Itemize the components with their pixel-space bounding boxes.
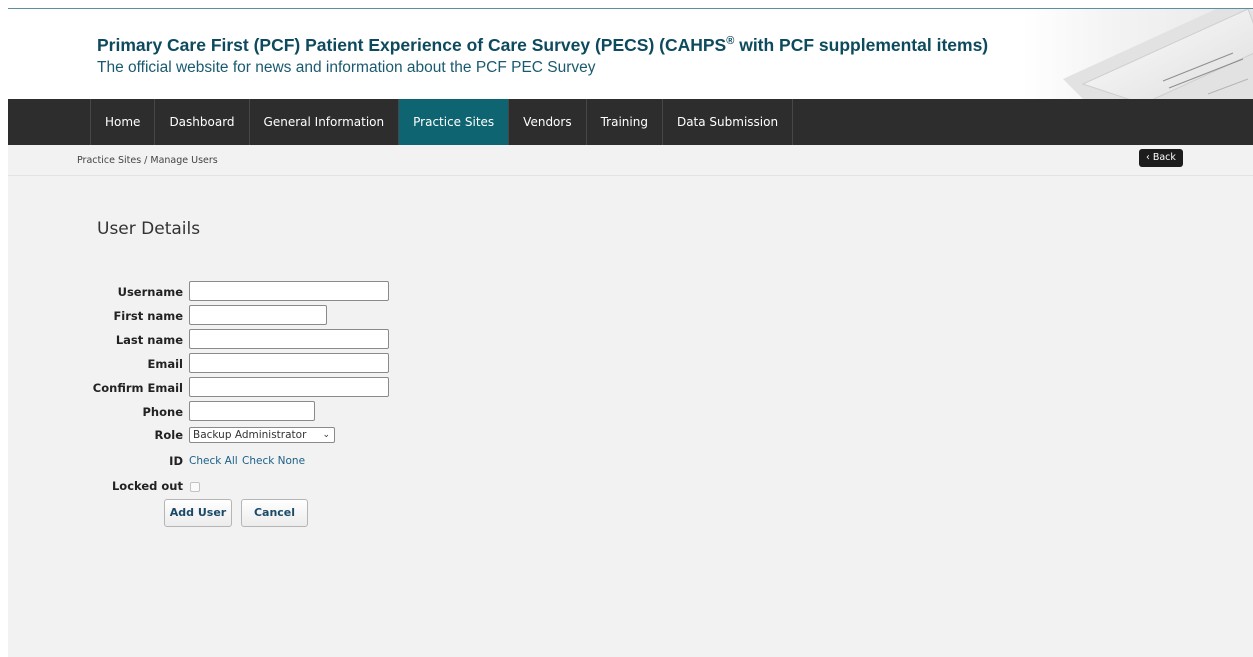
check-none-link[interactable]: Check None [242, 455, 305, 467]
id-label: ID [169, 454, 183, 468]
site-subtitle: The official website for news and inform… [97, 59, 596, 76]
site-title: Primary Care First (PCF) Patient Experie… [97, 35, 988, 56]
main-nav: Home Dashboard General Information Pract… [8, 99, 1253, 145]
last-name-input[interactable] [189, 329, 389, 349]
site-title-suffix: with PCF supplemental items) [734, 35, 989, 55]
nav-item-vendors[interactable]: Vendors [508, 99, 585, 145]
main-content: User Details Username First name Last na… [8, 176, 1253, 657]
nav-item-training[interactable]: Training [585, 99, 662, 145]
phone-label: Phone [142, 405, 183, 419]
nav-list: Home Dashboard General Information Pract… [90, 99, 794, 145]
username-label: Username [117, 285, 183, 299]
back-button[interactable]: ‹ Back [1139, 149, 1183, 167]
first-name-label: First name [113, 309, 183, 323]
locked-out-label: Locked out [111, 479, 183, 493]
role-select-value: Backup Administrator [193, 429, 307, 441]
username-input[interactable] [189, 281, 389, 301]
breadcrumb: Practice Sites / Manage Users [77, 155, 218, 166]
chevron-down-icon: ⌄ [322, 430, 330, 440]
locked-out-checkbox[interactable] [190, 482, 200, 492]
site-title-text: Primary Care First (PCF) Patient Experie… [97, 35, 727, 55]
site-header: Primary Care First (PCF) Patient Experie… [8, 9, 1253, 99]
page: Primary Care First (PCF) Patient Experie… [0, 0, 1253, 657]
nav-item-dashboard[interactable]: Dashboard [154, 99, 248, 145]
cancel-button[interactable]: Cancel [241, 499, 308, 527]
confirm-email-input[interactable] [189, 377, 389, 397]
check-all-link[interactable]: Check All [189, 455, 238, 467]
phone-input[interactable] [189, 401, 315, 421]
email-input[interactable] [189, 353, 389, 373]
first-name-input[interactable] [189, 305, 327, 325]
document-illustration [1063, 9, 1253, 99]
add-user-button[interactable]: Add User [164, 499, 232, 527]
breadcrumb-bar: Practice Sites / Manage Users ‹ Back [8, 145, 1253, 176]
email-label: Email [147, 357, 183, 371]
confirm-email-label: Confirm Email [92, 381, 183, 395]
nav-item-general-information[interactable]: General Information [248, 99, 399, 145]
user-details-form: Username First name Last name Email Conf… [8, 176, 508, 576]
nav-item-practice-sites[interactable]: Practice Sites [398, 99, 509, 145]
nav-item-home[interactable]: Home [90, 99, 154, 145]
header-document-image [1023, 9, 1253, 99]
role-select[interactable]: Backup Administrator ⌄ [189, 427, 335, 443]
last-name-label: Last name [115, 333, 183, 347]
nav-item-data-submission[interactable]: Data Submission [661, 99, 794, 145]
role-label: Role [154, 428, 184, 442]
